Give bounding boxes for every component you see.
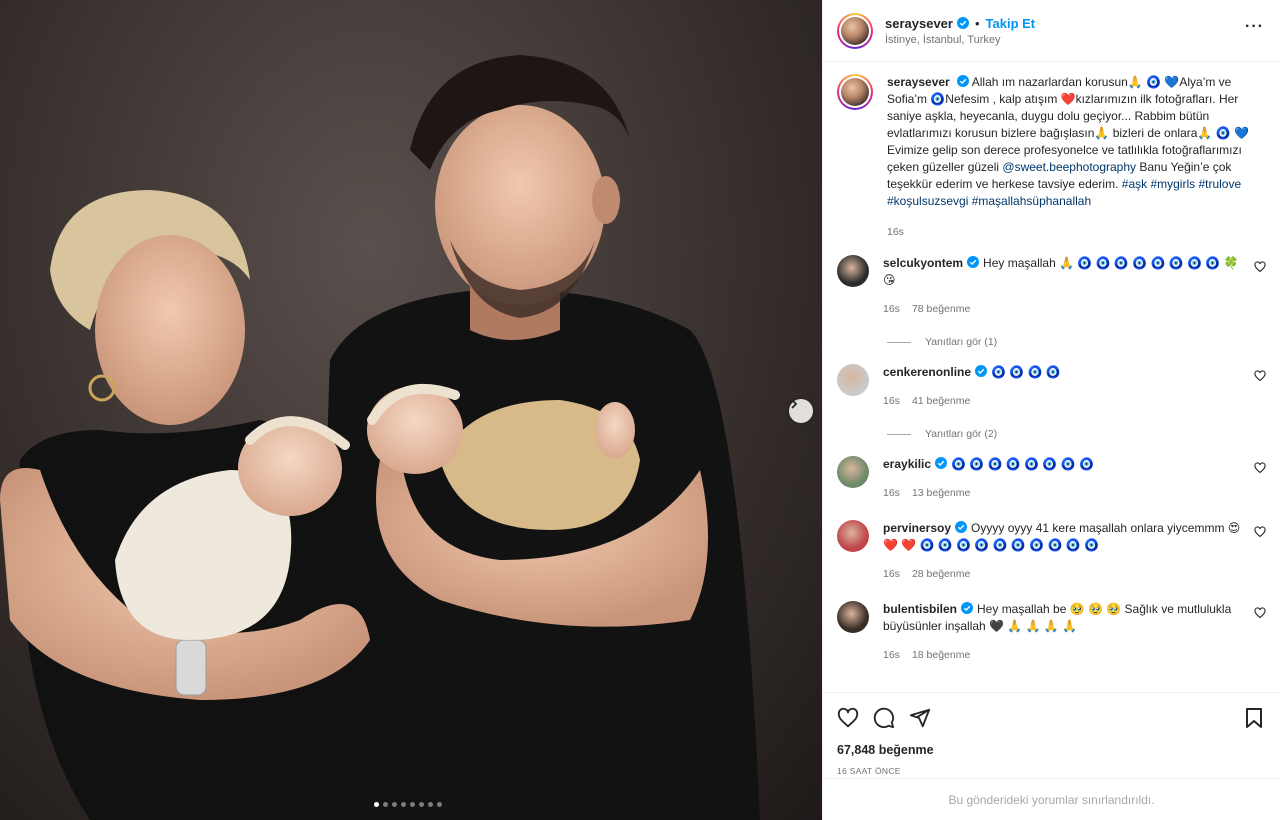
verified-badge-icon: [956, 17, 969, 29]
view-replies-label[interactable]: Yanıtları gör (1): [925, 336, 997, 348]
commenter-avatar[interactable]: [837, 601, 869, 633]
caption-username[interactable]: seraysever: [887, 75, 950, 89]
verified-badge-icon: [975, 365, 988, 377]
comment-time[interactable]: 16s: [883, 393, 900, 410]
view-replies-button[interactable]: Yanıtları gör (2): [887, 428, 1266, 440]
comments-restricted-notice: Bu gönderideki yorumlar sınırlandırıldı.: [823, 778, 1280, 820]
verified-badge-icon: [957, 75, 970, 87]
more-options-icon[interactable]: ···: [1245, 19, 1264, 35]
verified-badge-icon: [955, 521, 968, 533]
carousel-indicator: [374, 802, 442, 807]
comment-like-icon[interactable]: [1254, 370, 1266, 382]
comment-text: 🧿 🧿 🧿 🧿 🧿 🧿 🧿 🧿: [951, 457, 1094, 471]
comment-time[interactable]: 16s: [883, 485, 900, 502]
carousel-dot: [383, 802, 388, 807]
comment-likes[interactable]: 18 beğenme: [912, 647, 970, 664]
carousel-dot: [410, 802, 415, 807]
verified-badge-icon: [967, 256, 980, 268]
comment-icon[interactable]: [873, 707, 895, 729]
carousel-dot: [392, 802, 397, 807]
comment-row: pervinersoy Oyyyy oyyy 41 kere maşallah o…: [837, 520, 1266, 583]
comment-row: bulentisbilen Hey maşallah be 🥹 🥹 🥹 Sağlı…: [837, 601, 1266, 664]
commenter-username[interactable]: eraykilic: [883, 457, 931, 471]
post-header: seraysever • Takip Et İstinye, İstanbul,…: [823, 0, 1280, 62]
comment-likes[interactable]: 13 beğenme: [912, 485, 970, 502]
view-replies-button[interactable]: Yanıtları gör (1): [887, 336, 1266, 348]
follow-button[interactable]: Takip Et: [986, 16, 1036, 31]
comment-time[interactable]: 16s: [883, 301, 900, 318]
verified-badge-icon: [961, 602, 974, 614]
caption-time[interactable]: 16s: [887, 224, 904, 241]
commenter-username[interactable]: bulentisbilen: [883, 602, 957, 616]
comment-item: pervinersoy Oyyyy oyyy 41 kere maşallah o…: [837, 520, 1266, 583]
comment-like-icon[interactable]: [1254, 462, 1266, 474]
separator-bullet: •: [974, 15, 980, 31]
commenter-avatar[interactable]: [837, 255, 869, 287]
comment-item: bulentisbilen Hey maşallah be 🥹 🥹 🥹 Sağlı…: [837, 601, 1266, 664]
post-modal: seraysever • Takip Et İstinye, İstanbul,…: [0, 0, 1280, 820]
comment-likes[interactable]: 78 beğenme: [912, 301, 970, 318]
post-photo[interactable]: [0, 0, 822, 820]
post-location[interactable]: İstinye, İstanbul, Turkey: [885, 34, 1035, 46]
carousel-dot: [428, 802, 433, 807]
comment-row: eraykilic 🧿 🧿 🧿 🧿 🧿 🧿 🧿 🧿 16s 13 beğenme: [837, 456, 1266, 502]
carousel-dot: [419, 802, 424, 807]
post-side-panel: seraysever • Takip Et İstinye, İstanbul,…: [822, 0, 1280, 820]
verified-badge-icon: [935, 457, 948, 469]
commenter-avatar[interactable]: [837, 520, 869, 552]
comment-item: cenkerenonline 🧿 🧿 🧿 🧿 16s 41 beğenme Yanıtl…: [837, 364, 1266, 440]
caption-avatar[interactable]: [837, 74, 873, 110]
comment-text: 🧿 🧿 🧿 🧿: [991, 365, 1061, 379]
commenter-username[interactable]: pervinersoy: [883, 521, 951, 535]
comment-like-icon[interactable]: [1254, 526, 1266, 538]
post-time[interactable]: 16 SAAT ÖNCE: [837, 766, 1266, 776]
like-heart-icon[interactable]: [837, 707, 859, 729]
comment-item: selcukyontem Hey maşallah 🙏 🧿 🧿 🧿 🧿 🧿 🧿 🧿…: [837, 255, 1266, 348]
save-bookmark-icon[interactable]: [1244, 707, 1264, 729]
share-icon[interactable]: [909, 707, 931, 729]
carousel-dot: [374, 802, 379, 807]
comment-item: eraykilic 🧿 🧿 🧿 🧿 🧿 🧿 🧿 🧿 16s 13 beğenme: [837, 456, 1266, 502]
comment-like-icon[interactable]: [1254, 607, 1266, 619]
comment-row: selcukyontem Hey maşallah 🙏 🧿 🧿 🧿 🧿 🧿 🧿 🧿…: [837, 255, 1266, 318]
like-count[interactable]: 67,848 beğenme: [837, 743, 1266, 757]
comment-time[interactable]: 16s: [883, 647, 900, 664]
view-replies-label[interactable]: Yanıtları gör (2): [925, 428, 997, 440]
comment-row: cenkerenonline 🧿 🧿 🧿 🧿 16s 41 beğenme: [837, 364, 1266, 410]
carousel-dot: [437, 802, 442, 807]
post-caption: seraysever Allah ım nazarlardan korusun🙏…: [837, 74, 1266, 241]
author-username[interactable]: seraysever: [885, 16, 953, 31]
comment-likes[interactable]: 41 beğenme: [912, 393, 970, 410]
chevron-right-icon: [791, 399, 798, 409]
comments-section: seraysever Allah ım nazarlardan korusun🙏…: [823, 62, 1280, 692]
commenter-username[interactable]: selcukyontem: [883, 256, 963, 270]
carousel-dot: [401, 802, 406, 807]
comment-time[interactable]: 16s: [883, 566, 900, 583]
commenter-avatar[interactable]: [837, 456, 869, 488]
mention-link[interactable]: @sweet.beephotography: [1002, 160, 1136, 174]
family-photo-illustration: [0, 55, 760, 820]
author-avatar[interactable]: [837, 12, 873, 49]
commenter-username[interactable]: cenkerenonline: [883, 365, 971, 379]
commenter-avatar[interactable]: [837, 364, 869, 396]
carousel-next-button[interactable]: [789, 399, 813, 423]
comment-list: selcukyontem Hey maşallah 🙏 🧿 🧿 🧿 🧿 🧿 🧿 🧿…: [837, 255, 1266, 664]
comment-likes[interactable]: 28 beğenme: [912, 566, 970, 583]
comment-like-icon[interactable]: [1254, 261, 1266, 273]
